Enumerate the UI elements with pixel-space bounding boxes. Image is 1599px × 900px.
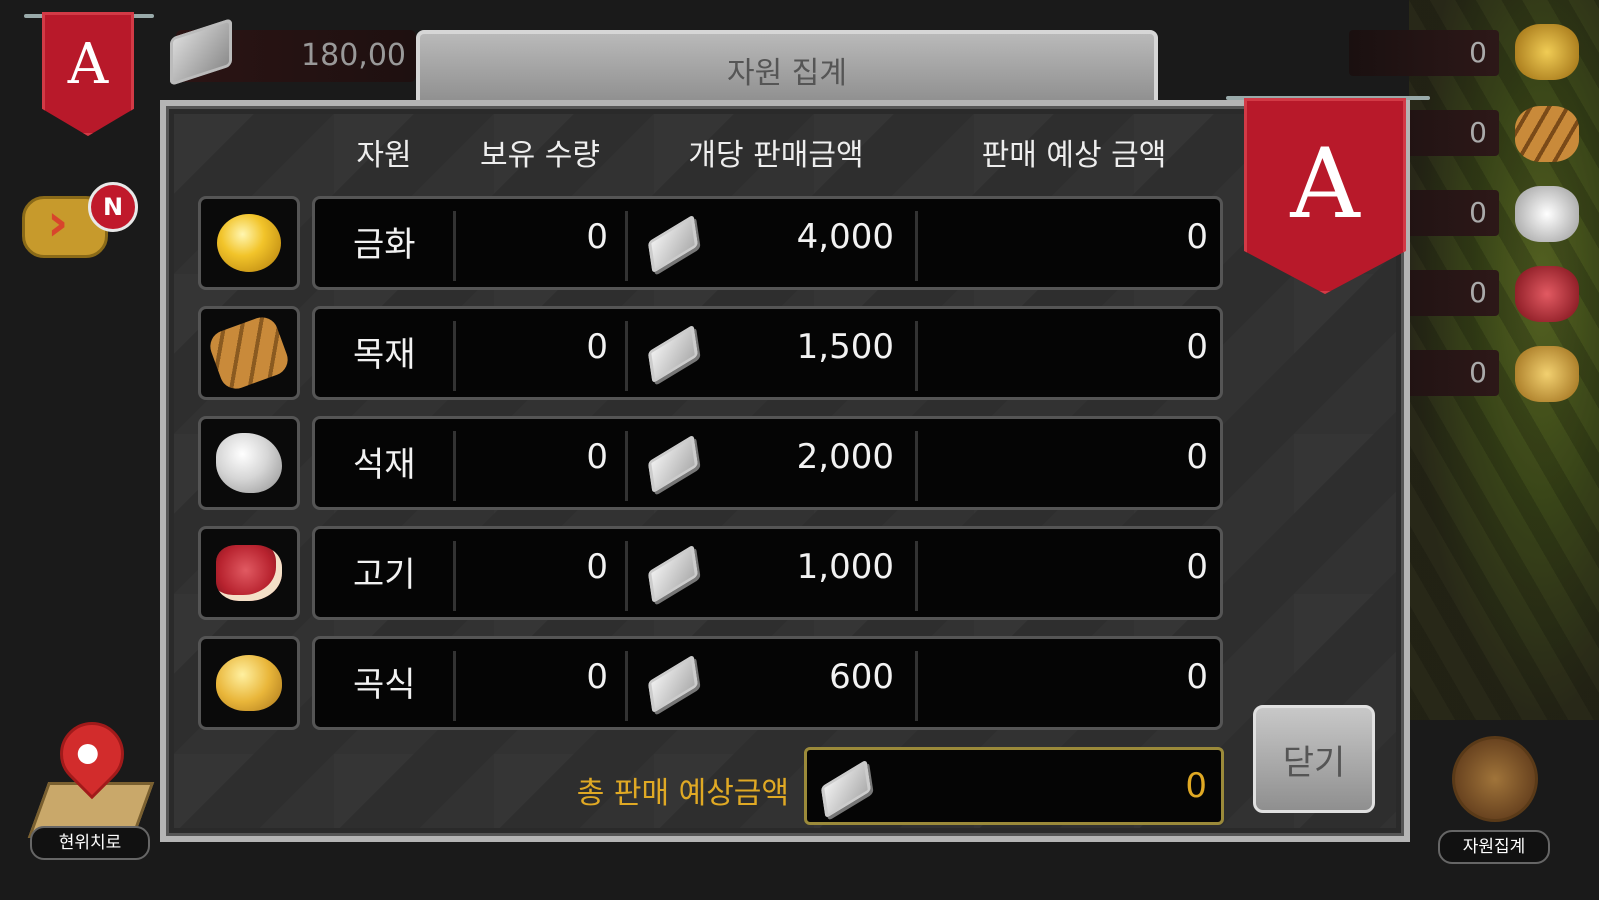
unit-price: 1,500 (796, 327, 894, 367)
resource-name: 고기 (353, 555, 416, 595)
grain-icon (216, 655, 282, 711)
table-row: 금화 0 4,000 0 (198, 196, 1223, 290)
meat-icon (1515, 266, 1579, 322)
expected-amount: 0 (1186, 657, 1208, 697)
meat-icon (216, 545, 282, 601)
column-header-unit-price: 개당 판매금액 (688, 138, 864, 173)
table-row: 곡식 0 600 0 (198, 636, 1223, 730)
guild-letter: A (67, 31, 109, 97)
silver-bars-icon (647, 654, 699, 714)
row-bar: 목재 0 1,500 0 (312, 306, 1223, 400)
resource-name: 목재 (353, 335, 416, 375)
expected-amount: 0 (1186, 547, 1208, 587)
location-label: 현위치로 (30, 826, 150, 860)
owned-quantity: 0 (586, 657, 608, 697)
row-bar: 석재 0 2,000 0 (312, 416, 1223, 510)
silver-bars-icon (820, 759, 872, 819)
resource-name: 금화 (353, 225, 416, 265)
unit-price: 1,000 (796, 547, 894, 587)
stone-icon (216, 433, 282, 493)
column-header-resource: 자원 (356, 138, 412, 173)
unit-price: 4,000 (796, 217, 894, 257)
silver-bars-icon (647, 544, 699, 604)
expected-amount: 0 (1186, 327, 1208, 367)
dialog-title-tab: 자원 집계 (416, 30, 1158, 104)
chat-button[interactable]: N (22, 182, 138, 272)
table-row: 목재 0 1,500 0 (198, 306, 1223, 400)
guild-banner[interactable]: A (42, 12, 134, 136)
table-row: 고기 0 1,000 0 (198, 526, 1223, 620)
unit-price: 2,000 (796, 437, 894, 477)
column-header-expected: 판매 예상 금액 (981, 138, 1167, 173)
banner-letter: A (1290, 128, 1360, 240)
silver-bars-icon (647, 214, 699, 274)
resource-icon-box (198, 196, 300, 290)
table-row: 석재 0 2,000 0 (198, 416, 1223, 510)
treasure-chest-icon (1452, 736, 1538, 822)
resource-icon-box (198, 416, 300, 510)
wood-logs-icon (1515, 106, 1579, 162)
silver-amount: 180,00 (301, 38, 406, 73)
owned-quantity: 0 (586, 437, 608, 477)
resource-icon-box (198, 526, 300, 620)
owned-quantity: 0 (586, 547, 608, 587)
total-expected-label: 총 판매 예상금액 (576, 776, 789, 811)
stone-icon (1515, 186, 1579, 242)
resource-icon-box (198, 306, 300, 400)
resource-summary-label: 자원집계 (1438, 830, 1550, 864)
owned-quantity: 0 (586, 327, 608, 367)
current-location-button[interactable]: 현위치로 (27, 708, 155, 872)
resource-icon-box (198, 636, 300, 730)
dialog-title: 자원 집계 (727, 56, 847, 91)
owned-quantity: 0 (586, 217, 608, 257)
row-bar: 곡식 0 600 0 (312, 636, 1223, 730)
total-expected-value: 0 (1185, 766, 1207, 806)
row-bar: 고기 0 1,000 0 (312, 526, 1223, 620)
grain-icon (1515, 346, 1579, 402)
resource-summary-button[interactable]: 자원집계 (1438, 728, 1550, 878)
expected-amount: 0 (1186, 217, 1208, 257)
gold-coins-icon (217, 214, 281, 272)
close-button[interactable]: 닫기 (1253, 705, 1375, 813)
total-expected-box: 0 (804, 747, 1224, 825)
wood-logs-icon (205, 312, 293, 394)
gold-coins-icon (1515, 24, 1579, 80)
resource-name: 곡식 (353, 665, 416, 705)
silver-bars-icon (647, 324, 699, 384)
column-header-owned: 보유 수량 (480, 138, 600, 173)
side-counter-gold: 0 (1349, 30, 1499, 76)
new-badge: N (88, 182, 138, 232)
expected-amount: 0 (1186, 437, 1208, 477)
unit-price: 600 (829, 657, 894, 697)
silver-bars-icon (647, 434, 699, 494)
resource-name: 석재 (353, 445, 416, 485)
row-bar: 금화 0 4,000 0 (312, 196, 1223, 290)
